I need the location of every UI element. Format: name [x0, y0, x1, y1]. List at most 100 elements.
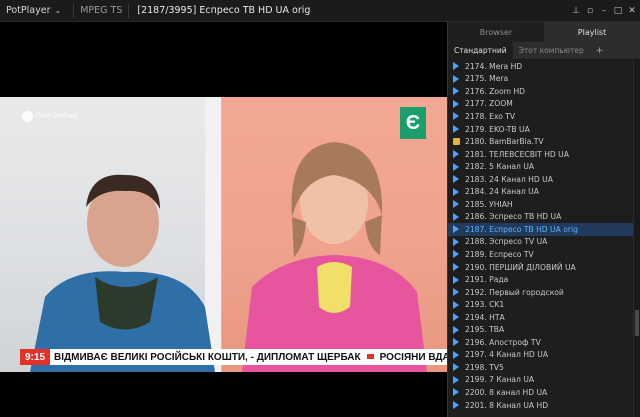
- news-ticker: 9:15 ВІДМИВАЄ ВЕЛИКІ РОСІЙСЬКІ КОШТИ, - …: [20, 349, 447, 365]
- play-icon: [453, 162, 459, 171]
- tab-standard[interactable]: Стандартний: [448, 41, 513, 60]
- playlist-item[interactable]: 2199. 7 Канал UA: [448, 374, 634, 387]
- play-icon: [453, 62, 459, 71]
- playlist-item-label: 2198. TV5: [465, 362, 504, 372]
- playlist-item[interactable]: 2189. Еспресо TV: [448, 248, 634, 261]
- tab-playlist[interactable]: Playlist: [544, 22, 640, 42]
- app-name: PotPlayer: [6, 5, 51, 16]
- app-menu-button[interactable]: PotPlayer ⌄: [0, 0, 67, 22]
- play-icon: [453, 263, 459, 272]
- playlist-item[interactable]: 2198. TV5: [448, 361, 634, 374]
- playlist-item-label: 2174. Mera HD: [465, 61, 523, 71]
- playlist-item-label: 2184. 24 Канал UA: [465, 187, 539, 197]
- playlist-item[interactable]: 2191. Рада: [448, 273, 634, 286]
- playlist-item[interactable]: 2200. 8 канал HD UA: [448, 386, 634, 399]
- playlist-scrollbar[interactable]: [633, 60, 640, 417]
- playlist-item-label: 2190. ПЕРШИЙ ДІЛОВИЙ UA: [465, 262, 576, 272]
- play-icon: [453, 300, 459, 309]
- playlist-item[interactable]: 2175. Mera: [448, 73, 634, 86]
- ticker-clock: 9:15: [20, 349, 51, 365]
- playlist-item[interactable]: 2186. Эспресо ТВ HD UA: [448, 211, 634, 224]
- add-tab-button[interactable]: +: [590, 42, 610, 60]
- window-controls: ⊥ ▫ – □ ✕: [570, 0, 638, 22]
- playlist-item[interactable]: 2195. ТВА: [448, 323, 634, 336]
- playlist-item-label: 2201. 8 Канал UA HD: [465, 400, 549, 410]
- playlist-item[interactable]: 2179. EKO-TB UA: [448, 123, 634, 136]
- playlist-item[interactable]: 2190. ПЕРШИЙ ДІЛОВИЙ UA: [448, 261, 634, 274]
- playlist-item[interactable]: 2177. ZOOM: [448, 98, 634, 111]
- playlist-item[interactable]: 2180. BamBarBia.TV: [448, 135, 634, 148]
- play-icon: [453, 225, 459, 234]
- playlist-item-label: 2178. Exo TV: [465, 111, 516, 121]
- playlist-panel: Browser Playlist Стандартний Этот компью…: [447, 22, 640, 417]
- play-icon: [453, 200, 459, 209]
- playlist-item[interactable]: 2192. Первый городской: [448, 286, 634, 299]
- playlist-item-label: 2186. Эспресо ТВ HD UA: [465, 212, 562, 222]
- playlist-item-label: 2197. 4 Канал HD UA: [465, 350, 549, 360]
- play-icon: [453, 275, 459, 284]
- scrollbar-thumb[interactable]: [635, 310, 639, 336]
- tab-this-computer[interactable]: Этот компьютер: [513, 42, 590, 60]
- minimize-mini-icon[interactable]: ▫: [584, 4, 596, 18]
- play-icon: [453, 187, 459, 196]
- playlist-item[interactable]: 2176. Zoom HD: [448, 85, 634, 98]
- playlist-item-label: 2175. Mera: [465, 74, 509, 84]
- tab-browser[interactable]: Browser: [448, 22, 544, 42]
- playlist-item-label: 2194. НТА: [465, 312, 505, 322]
- play-icon: [453, 288, 459, 297]
- playlist-item-label: 2189. Еспресо TV: [465, 249, 534, 259]
- minimize-icon[interactable]: –: [598, 4, 610, 18]
- playlist-item[interactable]: 2183. 24 Канал HD UA: [448, 173, 634, 186]
- play-icon: [453, 150, 459, 159]
- playlist-item-label: 2177. ZOOM: [465, 99, 513, 109]
- playlist-item-label: 2200. 8 канал HD UA: [465, 387, 548, 397]
- format-label: MPEG TS: [80, 5, 123, 16]
- play-icon: [453, 375, 459, 384]
- video-frame: Радіо Свобода Є: [0, 97, 447, 372]
- playlist-item-label: 2191. Рада: [465, 275, 509, 285]
- play-icon: [453, 325, 459, 334]
- playlist-item-label: 2179. EKO-TB UA: [465, 124, 530, 134]
- divider: [128, 3, 130, 18]
- playlist-item[interactable]: 2196. Апостроф TV: [448, 336, 634, 349]
- ticker-separator-icon: [366, 353, 374, 359]
- pin-icon[interactable]: ⊥: [570, 4, 582, 18]
- play-icon: [453, 350, 459, 359]
- close-icon[interactable]: ✕: [626, 4, 638, 18]
- guest-camera-view: Радіо Свобода: [0, 97, 222, 372]
- playlist-item[interactable]: 2188. Эспресо TV UA: [448, 236, 634, 249]
- guest-figure: [30, 97, 222, 372]
- play-icon: [453, 74, 459, 83]
- maximize-icon[interactable]: □: [612, 4, 624, 18]
- playlist-item-label: 2187. Еспресо ТВ HD UA orig: [465, 224, 578, 234]
- playlist-item-label: 2183. 24 Канал HD UA: [465, 174, 553, 184]
- playlist-item-label: 2176. Zoom HD: [465, 86, 526, 96]
- playlist-item[interactable]: 2194. НТА: [448, 311, 634, 324]
- playlist-item-current[interactable]: 2187. Еспресо ТВ HD UA orig: [448, 223, 634, 236]
- playlist-item[interactable]: 2184. 24 Канал UA: [448, 185, 634, 198]
- play-icon: [453, 237, 459, 246]
- playlist-item-label: 2182. 5 Канал UA: [465, 162, 535, 172]
- playlist-item[interactable]: 2181. ТЕЛЕВСЕСВІТ HD UA: [448, 148, 634, 161]
- play-icon: [453, 175, 459, 184]
- video-area[interactable]: Радіо Свобода Є 9:15 ВІДМИВАЄ ВЕЛИКІ РОС…: [0, 22, 447, 417]
- play-icon: [453, 87, 459, 96]
- play-icon: [453, 212, 459, 221]
- playlist-item-label: 2185. УНІАН: [465, 199, 513, 209]
- playlist-item[interactable]: 2193. CK1: [448, 298, 634, 311]
- folder-icon: [453, 138, 460, 146]
- playlist-item[interactable]: 2178. Exo TV: [448, 110, 634, 123]
- playlist-item[interactable]: 2182. 5 Канал UA: [448, 160, 634, 173]
- playlist-item[interactable]: 2201. 8 Канал UA HD: [448, 399, 634, 412]
- play-icon: [453, 338, 459, 347]
- title-bar: PotPlayer ⌄ MPEG TS [2187/3995] Еспресо …: [0, 0, 640, 22]
- playlist-item[interactable]: 2185. УНІАН: [448, 198, 634, 211]
- play-icon: [453, 99, 459, 108]
- playlist-item[interactable]: 2174. Mera HD: [448, 60, 634, 73]
- play-icon: [453, 388, 459, 397]
- play-icon: [453, 250, 459, 259]
- playlist-item[interactable]: 2197. 4 Канал HD UA: [448, 349, 634, 362]
- play-icon: [453, 112, 459, 121]
- play-icon: [453, 401, 459, 410]
- ticker-text: ВІДМИВАЄ ВЕЛИКІ РОСІЙСЬКІ КОШТИ, - ДИПЛО…: [54, 351, 447, 363]
